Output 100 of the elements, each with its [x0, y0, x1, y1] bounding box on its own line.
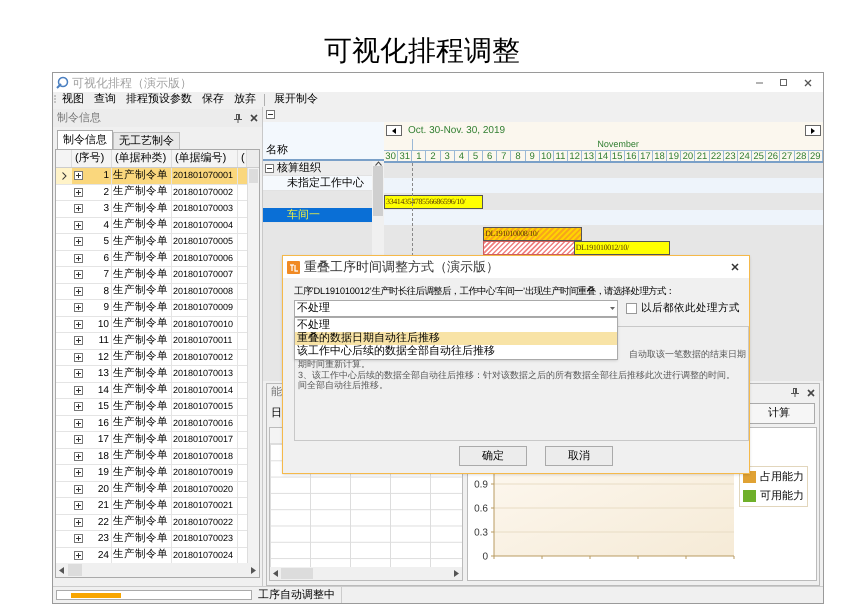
table-cell: 生产制令单 — [112, 465, 172, 480]
table-cell: 生产制令单 — [112, 218, 172, 233]
table-cell: 201801070009 — [172, 300, 238, 316]
resource-name: 车间一 — [287, 208, 320, 223]
status-text: 工序自动调整中 — [258, 586, 342, 604]
table-cell: 生产制令单 — [112, 482, 172, 497]
table-cell: 201801070023 — [172, 531, 238, 546]
table-cell-text: 4 — [103, 218, 110, 233]
table-cell: 201801070005 — [172, 234, 238, 250]
table-cell: 生产制令单 — [112, 416, 172, 431]
table-cell: 201801070016 — [172, 416, 238, 431]
table-cell: 生产制令单 — [112, 300, 172, 316]
table-cell-text: 14 — [98, 384, 110, 398]
checkbox-label: 以后都依此处理方式 — [641, 300, 740, 316]
day-label: 29 — [810, 151, 821, 161]
table-cell-text: 21 — [98, 499, 110, 514]
legend-label: 可用能力 — [760, 488, 804, 504]
table-cell: 生产制令单 — [112, 333, 172, 348]
day-label: 10 — [541, 151, 552, 161]
table-cell: 201801070017 — [172, 432, 238, 448]
table-cell: 201801070001 — [172, 168, 238, 184]
day-label: 4 — [458, 151, 464, 161]
table-cell-text: 18 — [98, 450, 110, 464]
day-label: 31 — [399, 151, 410, 161]
day-label: 14 — [598, 151, 608, 161]
day-label: 5 — [472, 151, 478, 161]
description-text: 自动取该一笔数据的结束日期 — [629, 348, 746, 360]
panel-title: 能 — [271, 385, 282, 400]
day-label: 12 — [569, 151, 580, 161]
page-title: 可视化排程调整 — [324, 37, 520, 65]
dialog-message: 工序’DL191010012’生产时长往后调整后，工作中心’车间一’出现生产时间重叠，请选择处理方式： — [294, 285, 674, 298]
day-label: 15 — [612, 151, 622, 161]
table-cell: 生产制令单 — [112, 284, 172, 299]
resource-name: 未指定工作中心 — [287, 176, 364, 191]
day-label: 19 — [668, 151, 679, 161]
table-cell: 生产制令单 — [112, 250, 172, 266]
day-label: 23 — [725, 151, 736, 161]
day-label: 1 — [416, 151, 422, 161]
table-cell-text: 11 — [98, 334, 110, 348]
table-cell: 201801070002 — [172, 184, 238, 200]
table-cell-text: 15 — [98, 400, 110, 414]
table-cell: 生产制令单 — [112, 366, 172, 382]
table-cell: 201801070011 — [172, 333, 238, 348]
table-cell-text: 8 — [103, 284, 110, 299]
table-cell: 201801070014 — [172, 382, 238, 398]
table-cell: 201801070007 — [172, 267, 238, 282]
table-cell-text: 22 — [98, 516, 110, 530]
task-label: 3341435478556686596/10/ — [385, 196, 466, 208]
day-label: 13 — [583, 151, 594, 161]
table-cell-text: 12 — [98, 350, 110, 365]
legend-label: 占用能力 — [760, 470, 804, 485]
table-cell-text: 7 — [103, 268, 110, 282]
dialog-title: 重叠工序时间调整方式（演示版） — [304, 258, 499, 276]
description-text: 间全部自动往后推移。 — [298, 380, 388, 390]
table-cell-text: 17 — [98, 433, 110, 448]
window-title: 可视化排程（演示版） — [72, 74, 192, 92]
table-cell: 201801070012 — [172, 350, 238, 365]
column-header: 名称 — [265, 142, 288, 158]
field-label: 日 — [271, 406, 282, 421]
table-cell: 生产制令单 — [112, 531, 172, 546]
table-cell: 201801070010 — [172, 316, 238, 332]
table-cell: 生产制令单 — [112, 234, 172, 250]
axis-tick-label: 0.9 — [474, 480, 488, 490]
table-cell-text: 5 — [103, 235, 110, 250]
table-cell: 201801070022 — [172, 514, 238, 530]
day-label: 16 — [626, 151, 637, 161]
table-cell-text: 19 — [98, 466, 110, 480]
table-cell: 生产制令单 — [112, 267, 172, 282]
table-cell: 生产制令单 — [112, 432, 172, 448]
day-label: 26 — [768, 151, 778, 161]
date-range: Oct. 30-Nov. 30, 2019 — [408, 124, 506, 138]
day-label: 22 — [710, 151, 722, 161]
description-text: 期时间重新计算。 — [298, 359, 370, 370]
description-text: 3、该工作中心后续的数据全部自动往后推移：针对该数据之后的所有数据全部往后推移此次进行调整的时间。 — [298, 370, 736, 380]
table-cell: 201801070008 — [172, 284, 238, 299]
table-cell: 生产制令单 — [112, 168, 172, 184]
day-label: 17 — [640, 151, 651, 161]
task-label: DL191010012/10/ — [574, 242, 629, 254]
month-label: November — [597, 139, 639, 150]
day-label: 20 — [682, 151, 694, 161]
table-cell: 201801070013 — [172, 366, 238, 382]
day-label: 6 — [487, 151, 492, 161]
day-label: 11 — [556, 151, 566, 161]
resource-name: 核算组织 — [277, 160, 321, 176]
day-label: 21 — [696, 151, 708, 161]
axis-tick-label: 0 — [482, 552, 488, 562]
day-label: 2 — [430, 151, 436, 161]
axis-tick-label: 0.6 — [474, 504, 488, 514]
day-label: 18 — [654, 151, 665, 161]
table-cell-text: 23 — [98, 532, 110, 546]
table-cell: 生产制令单 — [112, 399, 172, 414]
table-cell-text: 10 — [98, 318, 110, 332]
day-label: 8 — [515, 151, 521, 161]
table-cell: 201801070020 — [172, 482, 238, 497]
table-cell-text: 24 — [98, 548, 110, 563]
table-cell: 201801070015 — [172, 399, 238, 414]
table-cell: 201801070019 — [172, 465, 238, 480]
table-cell: 201801070004 — [172, 218, 238, 233]
table-cell: 201801070024 — [172, 548, 238, 563]
day-label: 30 — [385, 151, 396, 161]
